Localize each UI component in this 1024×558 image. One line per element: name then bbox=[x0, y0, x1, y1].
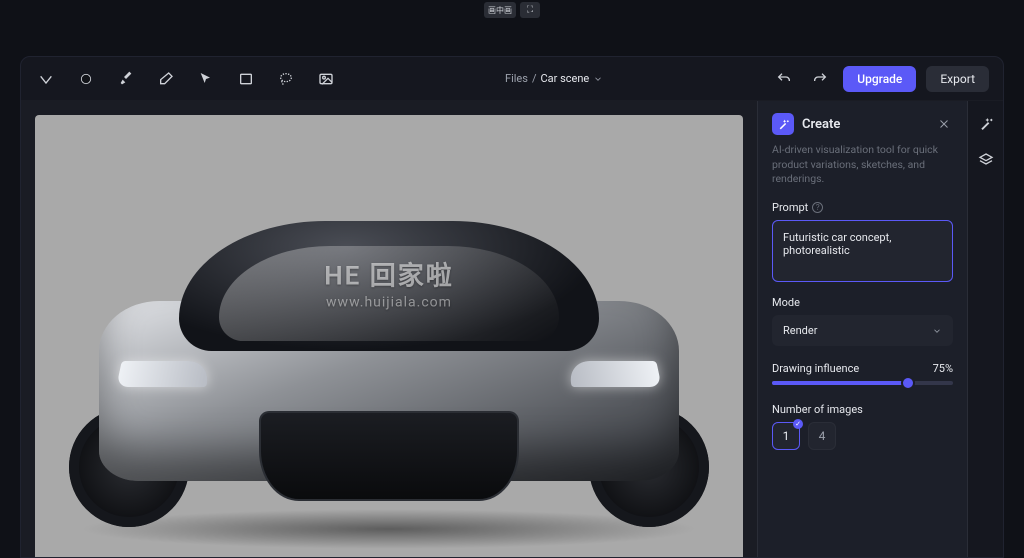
image-icon[interactable] bbox=[315, 68, 337, 90]
chevron-down-icon bbox=[593, 74, 603, 84]
num-option-1[interactable]: 1 ✓ bbox=[772, 422, 800, 450]
pip-bar: 画中画 ⛶ bbox=[484, 2, 540, 18]
top-toolbar: Files / Car scene Upgrade Export bbox=[21, 57, 1003, 101]
pip-button[interactable]: 画中画 bbox=[484, 2, 516, 18]
influence-slider[interactable] bbox=[772, 381, 953, 385]
eraser-icon[interactable] bbox=[155, 68, 177, 90]
prompt-input[interactable]: Futuristic car concept, photorealistic bbox=[772, 220, 953, 282]
chevron-down-icon bbox=[932, 326, 942, 336]
canvas[interactable]: HE 回家啦 www.huijiala.com bbox=[35, 115, 743, 557]
app-shell: Files / Car scene Upgrade Export bbox=[20, 56, 1004, 558]
prompt-label-text: Prompt bbox=[772, 201, 808, 214]
help-icon[interactable]: ? bbox=[812, 202, 823, 213]
num-images-group: 1 ✓ 4 bbox=[772, 422, 953, 450]
color-swatch[interactable] bbox=[75, 68, 97, 90]
num-option-4[interactable]: 4 bbox=[808, 422, 836, 450]
undo-icon[interactable] bbox=[771, 66, 797, 92]
mode-value: Render bbox=[783, 324, 817, 337]
influence-row: Drawing influence 75% bbox=[772, 362, 953, 375]
magic-wand-icon bbox=[772, 113, 794, 135]
close-icon[interactable] bbox=[935, 115, 953, 133]
slider-fill bbox=[772, 381, 908, 385]
fullscreen-button[interactable]: ⛶ bbox=[520, 2, 540, 18]
create-panel: Create AI-driven visualization tool for … bbox=[757, 101, 967, 557]
rectangle-icon[interactable] bbox=[235, 68, 257, 90]
top-actions: Upgrade Export bbox=[771, 66, 989, 92]
redo-icon[interactable] bbox=[807, 66, 833, 92]
mode-label: Mode bbox=[772, 296, 953, 309]
brush-icon[interactable] bbox=[115, 68, 137, 90]
layers-icon[interactable] bbox=[975, 149, 997, 171]
side-tool-column bbox=[967, 101, 1003, 557]
breadcrumb-current: Car scene bbox=[540, 72, 589, 85]
export-button[interactable]: Export bbox=[926, 66, 989, 92]
pointer-icon[interactable] bbox=[195, 68, 217, 90]
tool-group bbox=[35, 68, 337, 90]
car-illustration bbox=[79, 191, 699, 521]
slider-thumb[interactable] bbox=[901, 376, 915, 390]
breadcrumb[interactable]: Files / Car scene bbox=[355, 72, 753, 85]
lasso-icon[interactable] bbox=[275, 68, 297, 90]
chevron-down-icon[interactable] bbox=[35, 68, 57, 90]
main-area: HE 回家啦 www.huijiala.com Create AI-driven… bbox=[21, 101, 1003, 557]
num-images-label: Number of images bbox=[772, 403, 953, 416]
influence-label: Drawing influence bbox=[772, 362, 859, 375]
upgrade-button[interactable]: Upgrade bbox=[843, 66, 916, 92]
breadcrumb-root: Files bbox=[505, 72, 528, 85]
magic-wand-icon[interactable] bbox=[975, 113, 997, 135]
influence-value: 75% bbox=[933, 362, 953, 375]
breadcrumb-separator: / bbox=[532, 72, 537, 85]
num-option-1-label: 1 bbox=[783, 429, 790, 443]
prompt-label: Prompt ? bbox=[772, 201, 953, 214]
check-icon: ✓ bbox=[793, 419, 803, 429]
canvas-wrap: HE 回家啦 www.huijiala.com bbox=[21, 101, 757, 557]
mode-select[interactable]: Render bbox=[772, 315, 953, 346]
panel-header: Create bbox=[772, 113, 953, 135]
panel-title: Create bbox=[802, 117, 840, 132]
panel-description: AI-driven visualization tool for quick p… bbox=[772, 143, 953, 187]
